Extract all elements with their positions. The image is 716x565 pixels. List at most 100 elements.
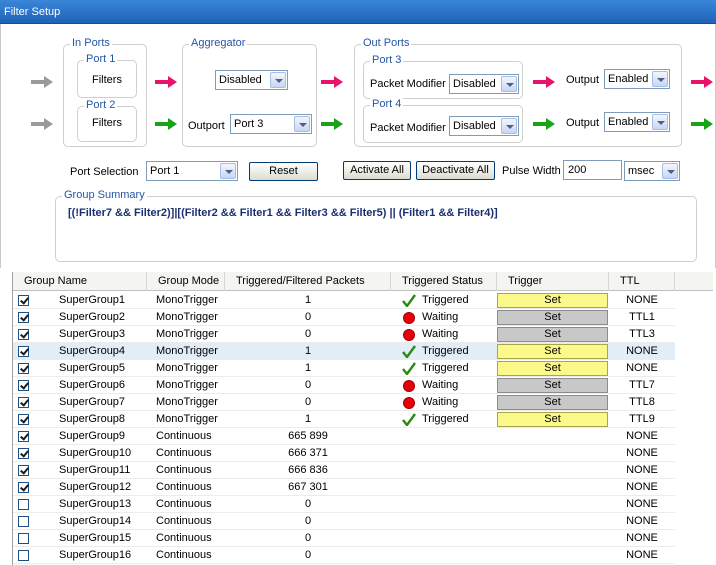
set-trigger-button[interactable]: Set <box>497 412 608 427</box>
col-group-mode[interactable]: Group Mode <box>147 272 225 291</box>
row-checkbox[interactable] <box>18 465 29 476</box>
out-port-4-output-value: Enabled <box>608 116 649 128</box>
row-checkbox[interactable] <box>18 533 29 544</box>
set-trigger-button[interactable]: Set <box>497 395 608 410</box>
ttl-cell: NONE <box>626 294 658 306</box>
chevron-down-icon[interactable] <box>501 118 517 134</box>
green-right-arrow-icon <box>155 118 177 130</box>
table-row[interactable]: SuperGroup15 Continuous 0 NONE <box>13 530 675 547</box>
pulse-width-input[interactable]: 200 <box>563 160 622 180</box>
col-group-name[interactable]: Group Name <box>13 272 147 291</box>
table-row[interactable]: SuperGroup7 MonoTrigger 0 Waiting Set TTL8 <box>13 394 675 411</box>
table-row[interactable]: SuperGroup1 MonoTrigger 1 Triggered Set NONE <box>13 292 675 309</box>
port-selection-select[interactable]: Port 1 <box>146 161 238 181</box>
reset-button[interactable]: Reset <box>249 162 318 181</box>
row-checkbox[interactable] <box>18 363 29 374</box>
row-checkbox[interactable] <box>18 499 29 510</box>
col-ttl[interactable]: TTL <box>609 272 675 291</box>
red-dot-icon <box>403 312 415 324</box>
out-port-3-modifier-label: Packet Modifier <box>370 78 446 90</box>
set-trigger-button[interactable]: Set <box>497 378 608 393</box>
chevron-down-icon[interactable] <box>662 163 678 179</box>
group-mode-cell: Continuous <box>156 430 212 442</box>
row-checkbox[interactable] <box>18 431 29 442</box>
group-name-cell: SuperGroup8 <box>59 413 126 425</box>
check-icon <box>402 413 416 426</box>
ttl-cell: NONE <box>626 481 658 493</box>
table-row[interactable]: SuperGroup13 Continuous 0 NONE <box>13 496 675 513</box>
chevron-down-icon[interactable] <box>220 163 236 179</box>
table-row[interactable]: SuperGroup4 MonoTrigger 1 Triggered Set NONE <box>13 343 675 360</box>
row-checkbox[interactable] <box>18 414 29 425</box>
row-checkbox[interactable] <box>18 346 29 357</box>
group-name-cell: SuperGroup6 <box>59 379 126 391</box>
col-packets[interactable]: Triggered/Filtered Packets <box>225 272 391 291</box>
table-row[interactable]: SuperGroup5 MonoTrigger 1 Triggered Set NONE <box>13 360 675 377</box>
status-cell: Triggered <box>422 362 469 374</box>
row-checkbox[interactable] <box>18 482 29 493</box>
outport-select[interactable]: Port 3 <box>230 114 312 134</box>
out-port-3-modifier-select[interactable]: Disabled <box>449 74 519 94</box>
chevron-down-icon[interactable] <box>270 72 286 88</box>
row-checkbox[interactable] <box>18 448 29 459</box>
table-row[interactable]: SuperGroup11 Continuous 666 836 NONE <box>13 462 675 479</box>
group-name-cell: SuperGroup5 <box>59 362 126 374</box>
in-port-1-filters[interactable]: Filters <box>92 74 122 86</box>
row-checkbox[interactable] <box>18 516 29 527</box>
table-row[interactable]: SuperGroup6 MonoTrigger 0 Waiting Set TTL7 <box>13 377 675 394</box>
col-trigger[interactable]: Trigger <box>497 272 609 291</box>
table-row[interactable]: SuperGroup16 Continuous 0 NONE <box>13 547 675 564</box>
row-checkbox[interactable] <box>18 397 29 408</box>
pink-right-arrow-icon <box>321 76 343 88</box>
group-name-cell: SuperGroup12 <box>59 481 132 493</box>
table-row[interactable]: SuperGroup14 Continuous 0 NONE <box>13 513 675 530</box>
out-port-3-output-select[interactable]: Enabled <box>604 69 670 89</box>
out-port-4-output-select[interactable]: Enabled <box>604 112 670 132</box>
red-dot-icon <box>403 329 415 341</box>
group-mode-cell: MonoTrigger <box>156 413 218 425</box>
set-trigger-button[interactable]: Set <box>497 327 608 342</box>
chevron-down-icon[interactable] <box>652 114 668 130</box>
group-name-cell: SuperGroup7 <box>59 396 126 408</box>
status-cell: Waiting <box>422 396 459 408</box>
in-port-1-title: Port 1 <box>84 53 118 65</box>
in-port-2-filters[interactable]: Filters <box>92 117 122 129</box>
chevron-down-icon[interactable] <box>652 71 668 87</box>
group-mode-cell: Continuous <box>156 464 212 476</box>
groups-table: Group Name Group Mode Triggered/Filtered… <box>12 272 716 565</box>
out-ports-title: Out Ports <box>361 37 412 49</box>
table-row[interactable]: SuperGroup8 MonoTrigger 1 Triggered Set TTL9 <box>13 411 675 428</box>
row-checkbox[interactable] <box>18 380 29 391</box>
aggregator-mode-select[interactable]: Disabled <box>215 70 288 90</box>
out-port-4-modifier-value: Disabled <box>453 120 496 132</box>
in-port-2-box: Port 2 Filters <box>77 99 137 142</box>
chevron-down-icon[interactable] <box>501 76 517 92</box>
red-dot-icon <box>403 397 415 409</box>
table-row[interactable]: SuperGroup10 Continuous 666 371 NONE <box>13 445 675 462</box>
out-port-4-modifier-select[interactable]: Disabled <box>449 116 519 136</box>
row-checkbox[interactable] <box>18 295 29 306</box>
status-cell: Waiting <box>422 328 459 340</box>
group-name-cell: SuperGroup13 <box>59 498 132 510</box>
deactivate-all-button[interactable]: Deactivate All <box>416 161 495 180</box>
set-trigger-button[interactable]: Set <box>497 344 608 359</box>
set-trigger-button[interactable]: Set <box>497 293 608 308</box>
row-checkbox[interactable] <box>18 550 29 561</box>
set-trigger-button[interactable]: Set <box>497 361 608 376</box>
packets-cell: 0 <box>304 515 312 527</box>
table-row[interactable]: SuperGroup2 MonoTrigger 0 Waiting Set TTL1 <box>13 309 675 326</box>
row-checkbox[interactable] <box>18 329 29 340</box>
activate-all-button[interactable]: Activate All <box>343 161 411 180</box>
table-row[interactable]: SuperGroup9 Continuous 665 899 NONE <box>13 428 675 445</box>
table-row[interactable]: SuperGroup3 MonoTrigger 0 Waiting Set TTL3 <box>13 326 675 343</box>
row-checkbox[interactable] <box>18 312 29 323</box>
pulse-unit-select[interactable]: msec <box>624 161 680 181</box>
group-mode-cell: MonoTrigger <box>156 294 218 306</box>
set-trigger-button[interactable]: Set <box>497 310 608 325</box>
ttl-cell: NONE <box>626 345 658 357</box>
packets-cell: 666 371 <box>288 447 328 459</box>
packets-cell: 667 301 <box>288 481 328 493</box>
table-row[interactable]: SuperGroup12 Continuous 667 301 NONE <box>13 479 675 496</box>
col-status[interactable]: Triggered Status <box>391 272 497 291</box>
chevron-down-icon[interactable] <box>294 116 310 132</box>
